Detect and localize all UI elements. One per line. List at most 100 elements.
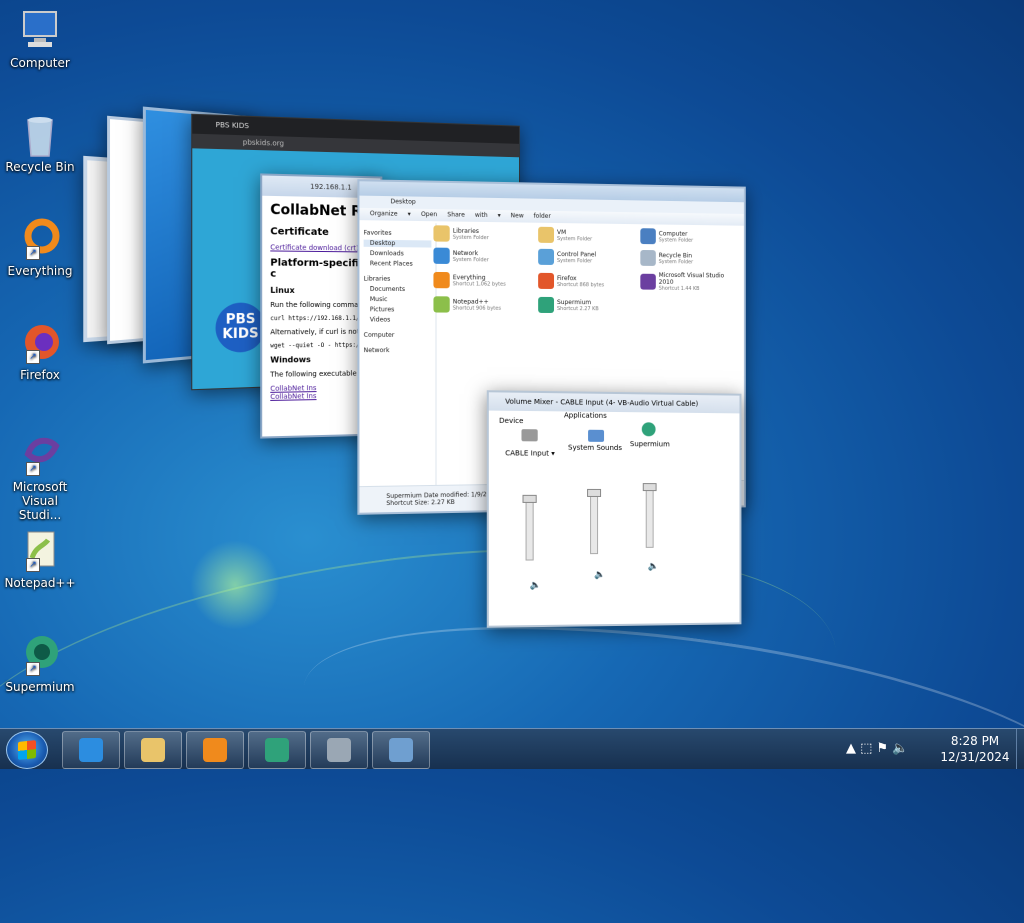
file-item[interactable]: Network System Folder	[433, 247, 538, 265]
desktop-icon-supermium[interactable]: ↗ Supermium	[4, 632, 76, 694]
everything-icon: ↗	[18, 216, 62, 260]
desktop-icon-everything[interactable]: ↗ Everything	[4, 216, 76, 278]
desktop-icon-label: Microsoft Visual Studi...	[12, 480, 68, 522]
desktop-icon-label: Recycle Bin	[5, 160, 75, 174]
flip3d-window-volume-mixer[interactable]: Volume Mixer - CABLE Input (4- VB-Audio …	[486, 390, 742, 628]
file-item-icon	[640, 249, 656, 266]
file-item[interactable]: Firefox Shortcut 868 bytes	[538, 271, 640, 292]
supermium-icon: ↗	[18, 632, 62, 676]
desktop-icon-firefox[interactable]: ↗ Firefox	[4, 320, 76, 382]
device-dropdown[interactable]: CABLE Input ▾	[505, 449, 555, 457]
nav-item[interactable]: Videos	[364, 316, 432, 323]
file-item[interactable]: Microsoft Visual Studio 2010 Shortcut 1.4…	[640, 272, 740, 292]
shortcut-arrow-icon: ↗	[26, 558, 40, 572]
nav-item[interactable]: Documents	[364, 286, 432, 294]
nav-item[interactable]: Downloads	[364, 250, 432, 258]
mute-speaker-icon[interactable]: 🔈	[594, 570, 605, 580]
desktop-icon-visual-studio[interactable]: ↗ Microsoft Visual Studi...	[4, 432, 76, 522]
shortcut-arrow-icon: ↗	[26, 350, 40, 364]
file-item-sub: Shortcut 1.44 KB	[658, 285, 700, 292]
file-item-name: Libraries	[452, 227, 479, 235]
start-button[interactable]	[6, 731, 48, 769]
mute-speaker-icon[interactable]: 🔈	[530, 581, 541, 591]
file-item[interactable]: Notepad++ Shortcut 906 bytes	[433, 296, 538, 313]
file-item[interactable]: Control Panel System Folder	[538, 248, 640, 266]
nav-item[interactable]: Desktop	[363, 239, 432, 248]
file-item-name: Firefox	[556, 274, 577, 282]
file-item[interactable]: Computer System Folder	[640, 228, 740, 245]
desktop-icon-computer[interactable]: Computer	[4, 8, 76, 70]
details-size: Size: 2.27 KB	[414, 498, 455, 507]
media-player-icon	[203, 738, 227, 762]
file-item-icon	[433, 247, 450, 264]
file-item[interactable]: Everything Shortcut 1,062 bytes	[433, 270, 538, 291]
desktop-icon-label: Notepad++	[4, 576, 76, 590]
system-sounds-icon	[588, 429, 605, 442]
file-item-icon	[538, 296, 555, 313]
shortcut-arrow-icon: ↗	[26, 246, 40, 260]
file-item-icon	[538, 272, 555, 289]
clock-date: 12/31/2024	[940, 750, 1010, 764]
slider-thumb[interactable]	[522, 494, 537, 503]
applications-label: Applications	[563, 411, 607, 420]
nav-item[interactable]: Music	[364, 296, 432, 303]
nav-item[interactable]: Recent Places	[364, 260, 432, 268]
details-type: Shortcut	[386, 499, 413, 508]
device-label: Device	[499, 416, 524, 426]
app-label-system-sounds: System Sounds	[567, 443, 622, 453]
file-item-sub: System Folder	[556, 235, 593, 242]
slider-thumb[interactable]	[642, 483, 657, 492]
file-item-name: Notepad++	[452, 297, 489, 306]
mute-speaker-icon[interactable]: 🔈	[648, 562, 659, 572]
supermium-icon	[265, 738, 289, 762]
clock[interactable]: 8:28 PM 12/31/2024	[940, 733, 1010, 765]
desktop-icon-label: Supermium	[5, 680, 75, 694]
file-item-name: Computer	[658, 229, 688, 238]
app-label-supermium: Supermium	[629, 440, 670, 449]
nav-item[interactable]: Computer	[364, 332, 432, 339]
pbs-kids-logo: PBS KIDS	[215, 302, 266, 353]
file-item[interactable]: Supermium Shortcut 2.27 KB	[538, 296, 640, 313]
remote-desktop-button[interactable]	[372, 731, 430, 769]
browser-tab[interactable]: PBS KIDS	[216, 121, 249, 130]
taskbar: ▲ ⬚ ⚑ 🔈 8:28 PM 12/31/2024	[0, 728, 1024, 769]
media-player-button[interactable]	[186, 731, 244, 769]
device-volume-slider[interactable]	[522, 494, 537, 561]
collabnet-installer-link-2[interactable]: CollabNet Ins	[270, 392, 316, 401]
file-item-name: VM	[556, 228, 567, 236]
file-item[interactable]: VM System Folder	[538, 226, 640, 244]
firefox-icon: ↗	[18, 320, 62, 364]
file-item[interactable]: Recycle Bin System Folder	[640, 249, 740, 267]
nav-item[interactable]: Libraries	[364, 275, 432, 283]
windows-explorer-button[interactable]	[124, 731, 182, 769]
file-item-name: Recycle Bin	[658, 251, 693, 259]
windows-explorer-icon	[141, 738, 165, 762]
file-item-icon	[433, 296, 450, 313]
desktop-icon-label: Firefox	[20, 368, 60, 382]
file-item-sub: System Folder	[658, 236, 694, 244]
nav-item[interactable]: Pictures	[364, 306, 432, 313]
desktop-icon-recycle-bin[interactable]: Recycle Bin	[4, 112, 76, 174]
dvd-button[interactable]	[310, 731, 368, 769]
file-item-icon	[640, 228, 656, 245]
supermium-button[interactable]	[248, 731, 306, 769]
file-item-sub: System Folder	[452, 234, 489, 241]
internet-explorer-button[interactable]	[62, 731, 120, 769]
nav-item[interactable]: Network	[364, 347, 432, 354]
system-sounds-volume-slider[interactable]	[587, 488, 602, 555]
show-desktop-button[interactable]	[1016, 729, 1024, 769]
clock-time: 8:28 PM	[950, 734, 1000, 748]
computer-icon	[18, 8, 62, 52]
slider-thumb[interactable]	[587, 488, 602, 497]
nav-item[interactable]: Favorites	[364, 229, 432, 237]
desktop-icon-notepad-plus-plus[interactable]: ↗ Notepad++	[4, 528, 76, 590]
window-title: Volume Mixer - CABLE Input (4- VB-Audio …	[488, 392, 740, 414]
notepad-plus-plus-icon: ↗	[18, 528, 62, 572]
file-item-sub: System Folder	[452, 256, 489, 263]
visual-studio-icon: ↗	[18, 432, 62, 476]
file-list: Libraries System Folder VM System Folder Com…	[433, 225, 740, 313]
certificate-download-link[interactable]: Certificate download (crt)	[270, 243, 358, 252]
notification-area[interactable]: ▲ ⬚ ⚑ 🔈	[846, 741, 909, 756]
supermium-volume-slider[interactable]	[642, 483, 657, 548]
file-item[interactable]: Libraries System Folder	[433, 225, 538, 243]
